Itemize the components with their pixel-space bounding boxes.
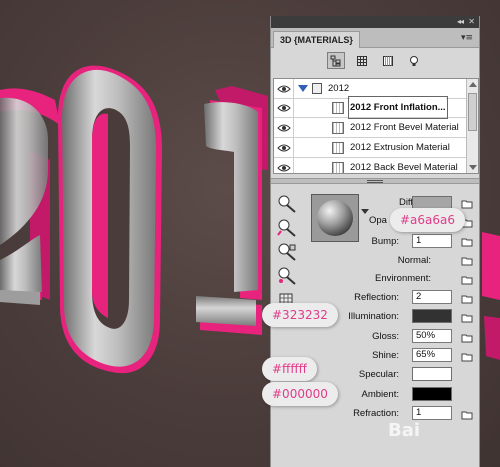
eye-icon[interactable] bbox=[274, 118, 294, 137]
panel-resize-divider[interactable] bbox=[271, 178, 479, 184]
close-panel-icon[interactable]: ✕ bbox=[468, 16, 475, 28]
digit-0 bbox=[58, 65, 162, 374]
expand-triangle-icon[interactable] bbox=[298, 85, 308, 92]
layer-label: 2012 Front Inflation... bbox=[348, 96, 448, 119]
illumination-label: Illumination: bbox=[348, 311, 399, 322]
illumination-swatch[interactable] bbox=[412, 309, 452, 323]
list-item[interactable]: 2012 Extrusion Material bbox=[274, 138, 466, 158]
gloss-label: Gloss: bbox=[372, 331, 399, 342]
diffuse-color-callout: #a6a6a6 bbox=[390, 208, 466, 232]
scroll-thumb[interactable] bbox=[468, 93, 477, 131]
folder-icon[interactable] bbox=[461, 236, 473, 247]
scroll-up-icon[interactable] bbox=[469, 82, 477, 87]
digit-1 bbox=[196, 86, 268, 335]
digit-2-base bbox=[0, 235, 42, 292]
shine-label: Shine: bbox=[372, 350, 399, 361]
specular-label: Specular: bbox=[358, 369, 399, 380]
filter-toolbar bbox=[271, 48, 479, 74]
material-icon bbox=[332, 142, 344, 154]
folder-icon[interactable] bbox=[461, 409, 473, 420]
eye-icon[interactable] bbox=[274, 158, 294, 173]
material-preview[interactable] bbox=[311, 194, 359, 242]
chevron-down-icon[interactable] bbox=[361, 209, 369, 214]
folder-icon[interactable] bbox=[461, 332, 473, 343]
bump-field[interactable]: 1 bbox=[412, 234, 452, 248]
folder-icon[interactable] bbox=[461, 293, 473, 304]
environment-label: Environment: bbox=[375, 273, 431, 284]
opacity-label: Opa bbox=[369, 215, 387, 226]
light-filter-icon[interactable] bbox=[405, 52, 423, 69]
shine-field[interactable]: 65% bbox=[412, 348, 452, 362]
layer-label: 2012 Extrusion Material bbox=[350, 142, 450, 153]
eye-icon[interactable] bbox=[274, 79, 294, 98]
reflection-field[interactable]: 2 bbox=[412, 290, 452, 304]
list-item[interactable]: 2012 Front Inflation... bbox=[274, 96, 466, 119]
panel-tab-row: 3D {MATERIALS} ▾≡ bbox=[271, 28, 479, 48]
list-scrollbar[interactable] bbox=[466, 79, 478, 173]
list-item[interactable]: 2012 Back Bevel Material bbox=[274, 158, 466, 173]
ambient-label: Ambient: bbox=[361, 389, 400, 400]
panel-menu-icon[interactable]: ▾≡ bbox=[461, 32, 473, 44]
material-icon bbox=[332, 162, 344, 173]
material-eyedrop-tool-icon[interactable] bbox=[275, 266, 299, 286]
folder-icon[interactable] bbox=[461, 274, 473, 285]
folder-icon[interactable] bbox=[461, 255, 473, 266]
mesh-filter-icon[interactable] bbox=[353, 52, 371, 69]
material-drop-tool-icon[interactable] bbox=[275, 218, 299, 238]
normal-label: Normal: bbox=[397, 255, 431, 266]
materials-list: 2012 2012 Front Inflation... 2012 Front … bbox=[273, 78, 479, 174]
material-filter-icon[interactable] bbox=[379, 52, 397, 69]
gloss-field[interactable]: 50% bbox=[412, 329, 452, 343]
illumination-color-callout: #323232 bbox=[262, 303, 338, 327]
layer-group-2012[interactable]: 2012 bbox=[274, 79, 466, 99]
list-item[interactable]: 2012 Front Bevel Material bbox=[274, 118, 466, 138]
material-icon bbox=[332, 102, 344, 114]
material-icon bbox=[332, 122, 344, 134]
ambient-swatch[interactable] bbox=[412, 387, 452, 401]
refraction-label: Refraction: bbox=[353, 408, 399, 419]
panel-title-bar: ◂◂ ✕ bbox=[271, 16, 479, 28]
refraction-field[interactable]: 1 bbox=[412, 406, 452, 420]
collapse-panel-icon[interactable]: ◂◂ bbox=[457, 16, 464, 28]
specular-color-callout: #ffffff bbox=[262, 357, 317, 381]
tab-3d-materials[interactable]: 3D {MATERIALS} bbox=[273, 31, 360, 48]
folder-icon[interactable] bbox=[461, 351, 473, 362]
eye-icon[interactable] bbox=[274, 98, 294, 117]
scroll-down-icon[interactable] bbox=[469, 165, 477, 170]
mesh-group-icon bbox=[312, 83, 322, 94]
ambient-color-callout: #000000 bbox=[262, 382, 338, 406]
layer-group-label: 2012 bbox=[328, 83, 350, 94]
grip-icon bbox=[367, 180, 383, 183]
layer-label: 2012 Back Bevel Material bbox=[350, 162, 458, 173]
reflection-label: Reflection: bbox=[354, 292, 399, 303]
eye-icon[interactable] bbox=[274, 138, 294, 157]
scene-filter-icon[interactable] bbox=[327, 52, 345, 69]
layer-label: 2012 Front Bevel Material bbox=[350, 122, 459, 133]
watermark-logo: Bai bbox=[388, 420, 421, 441]
material-select-tool-icon[interactable] bbox=[275, 194, 299, 214]
bump-label: Bump: bbox=[371, 236, 399, 247]
material-sample-tool-icon[interactable] bbox=[275, 242, 299, 262]
specular-swatch[interactable] bbox=[412, 367, 452, 381]
digit-2-right bbox=[482, 232, 500, 360]
folder-icon[interactable] bbox=[461, 312, 473, 323]
folder-icon[interactable] bbox=[461, 198, 473, 209]
